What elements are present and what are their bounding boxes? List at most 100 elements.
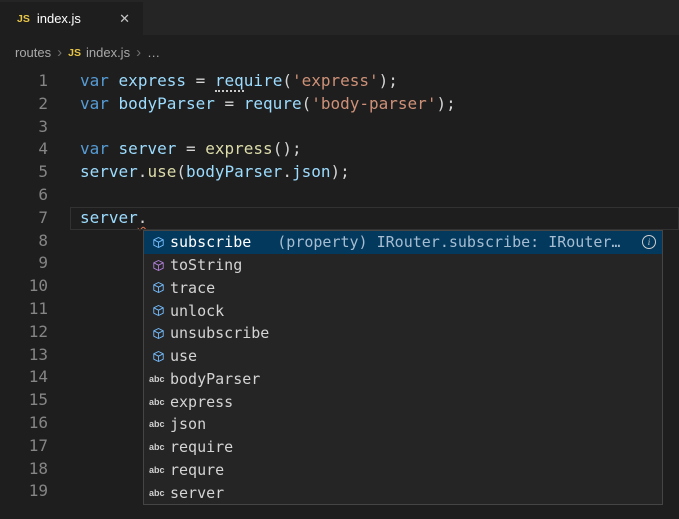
line-number: 2	[0, 93, 48, 116]
suggestion-label: unsubscribe	[170, 324, 269, 342]
code-token: 'body-parser'	[311, 94, 436, 113]
code-token: req	[215, 71, 244, 92]
suggestion-toString[interactable]: toString	[144, 254, 662, 277]
tab-indexjs[interactable]: JS index.js ✕	[0, 2, 143, 35]
line-number: 12	[0, 321, 48, 344]
suggest-widget: subscribe (property) IRouter.subscribe: I…	[143, 230, 663, 505]
suggestion-json[interactable]: abcjson	[144, 413, 662, 436]
symbol-property-icon	[148, 281, 168, 294]
line-number: 3	[0, 116, 48, 139]
line-number: 7	[0, 207, 48, 230]
code-token: var	[80, 94, 109, 113]
suggestion-label: subscribe	[170, 233, 251, 251]
line-number: 15	[0, 389, 48, 412]
line-number: 1	[0, 70, 48, 93]
code-token: =	[215, 94, 244, 113]
line-number: 10	[0, 275, 48, 298]
code-token: (	[282, 71, 292, 90]
error-squiggle-token: .	[138, 208, 148, 227]
breadcrumb-folder[interactable]: routes	[15, 45, 51, 60]
code-token: use	[147, 162, 176, 181]
js-file-icon: JS	[68, 47, 81, 59]
code-line-content[interactable]: server.use(bodyParser.json);	[80, 161, 350, 184]
suggestion-label: server	[170, 484, 224, 502]
line-number: 19	[0, 480, 48, 503]
code-token: =	[176, 139, 205, 158]
code-token: .	[138, 162, 148, 181]
symbol-property-icon	[148, 350, 168, 363]
breadcrumb-file-label: index.js	[86, 45, 130, 60]
code-line: 4 var server = express();	[0, 138, 679, 161]
suggestion-trace[interactable]: trace	[144, 277, 662, 300]
suggestion-detail: (property) IRouter.subscribe: IRouter…	[277, 233, 638, 251]
code-line-content[interactable]: server.	[80, 207, 147, 230]
code-token: json	[292, 162, 331, 181]
code-token: =	[186, 71, 215, 90]
suggestion-label: use	[170, 347, 197, 365]
line-number: 14	[0, 366, 48, 389]
suggestion-unlock[interactable]: unlock	[144, 299, 662, 322]
line-number: 9	[0, 252, 48, 275]
code-token: express	[205, 139, 272, 158]
suggestion-use[interactable]: use	[144, 345, 662, 368]
code-line: 1 var express = require('express');	[0, 70, 679, 93]
suggestion-label: bodyParser	[170, 370, 260, 388]
text-suggestion-icon: abc	[148, 374, 168, 384]
chevron-right-icon: ›	[57, 45, 62, 60]
js-file-icon: JS	[17, 13, 30, 25]
text-suggestion-icon: abc	[148, 442, 168, 452]
code-line-content[interactable]: var server = express();	[80, 138, 302, 161]
breadcrumb-file[interactable]: JS index.js	[68, 45, 130, 60]
chevron-right-icon: ›	[136, 45, 141, 60]
symbol-property-icon	[148, 304, 168, 317]
suggestion-require[interactable]: abcrequire	[144, 436, 662, 459]
symbol-method-icon	[148, 259, 168, 272]
code-token: requre	[244, 94, 302, 113]
close-icon[interactable]: ✕	[116, 10, 133, 28]
line-number: 5	[0, 161, 48, 184]
code-token: var	[80, 71, 109, 90]
code-token: );	[436, 94, 455, 113]
suggestion-requre[interactable]: abcrequre	[144, 459, 662, 482]
tab-label: index.js	[37, 11, 81, 26]
suggestion-bodyParser[interactable]: abcbodyParser	[144, 368, 662, 391]
code-token: var	[80, 139, 109, 158]
vscode-window: JS index.js ✕ routes › JS index.js › … 1…	[0, 0, 679, 519]
code-line: 3	[0, 116, 679, 139]
line-number: 17	[0, 435, 48, 458]
code-token: (	[302, 94, 312, 113]
suggestion-subscribe[interactable]: subscribe (property) IRouter.subscribe: I…	[144, 231, 662, 254]
suggestion-express[interactable]: abcexpress	[144, 390, 662, 413]
text-suggestion-icon: abc	[148, 397, 168, 407]
breadcrumb-symbol[interactable]: …	[147, 45, 160, 60]
suggestion-label: toString	[170, 256, 242, 274]
code-token: .	[282, 162, 292, 181]
code-line: 5 server.use(bodyParser.json);	[0, 161, 679, 184]
code-line-content[interactable]: var express = require('express');	[80, 70, 398, 93]
code-editor[interactable]: 1 var express = require('express'); 2 var b…	[0, 70, 679, 519]
code-token: ();	[273, 139, 302, 158]
code-token	[109, 94, 119, 113]
suggestion-unsubscribe[interactable]: unsubscribe	[144, 322, 662, 345]
code-token: server	[119, 139, 177, 158]
code-line: 6	[0, 184, 679, 207]
code-token: (	[176, 162, 186, 181]
code-line-content[interactable]: var bodyParser = requre('body-parser');	[80, 93, 456, 116]
line-number: 6	[0, 184, 48, 207]
code-token: );	[379, 71, 398, 90]
line-number: 16	[0, 412, 48, 435]
line-number: 18	[0, 458, 48, 481]
line-number: 4	[0, 138, 48, 161]
text-suggestion-icon: abc	[148, 488, 168, 498]
code-token: bodyParser	[119, 94, 215, 113]
code-token	[109, 139, 119, 158]
suggestion-label: express	[170, 393, 233, 411]
breadcrumb: routes › JS index.js › …	[0, 35, 679, 70]
code-token: uire	[244, 71, 283, 90]
suggestion-label: requre	[170, 461, 224, 479]
info-icon[interactable]: i	[642, 235, 656, 249]
suggestion-server[interactable]: abcserver	[144, 481, 662, 504]
tab-bar: JS index.js ✕	[0, 0, 679, 35]
code-token: );	[330, 162, 349, 181]
line-number: 13	[0, 344, 48, 367]
